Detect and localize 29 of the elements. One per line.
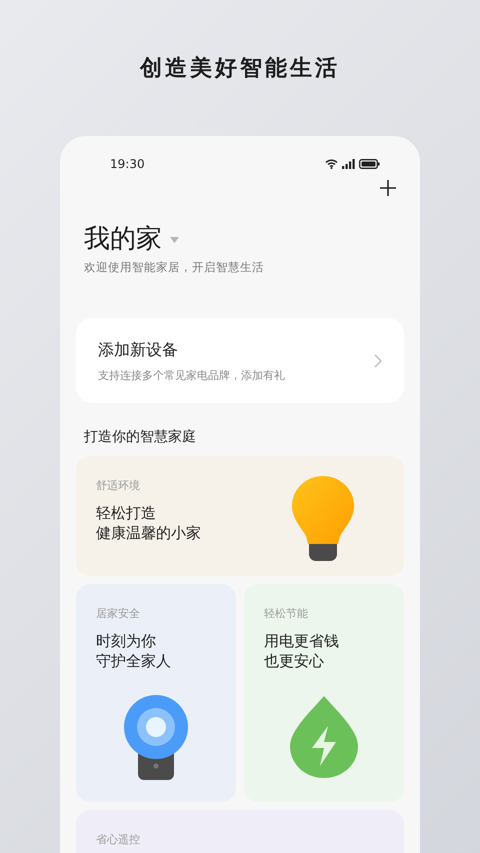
card-title-line: 守护全家人	[96, 651, 172, 672]
home-title: 我的家	[84, 224, 162, 256]
status-time: 19:30	[110, 156, 145, 173]
sensor-icon	[123, 694, 189, 780]
card-title-line: 时刻为你	[96, 630, 157, 652]
card-label: 省心遥控	[96, 832, 141, 848]
feature-card[interactable]: 舒适环境 轻松打造 健康温馨的小家	[76, 456, 404, 576]
card-label: 轻松节能	[264, 606, 309, 622]
signal-icon	[342, 159, 355, 169]
energy-drop-icon	[290, 696, 358, 778]
card-title-line: 用电更省钱	[264, 630, 340, 652]
light-bulb-icon	[292, 476, 354, 562]
section-title: 打造你的智慧家庭	[84, 428, 197, 448]
card-title-line: 轻松打造	[96, 502, 157, 524]
wifi-icon	[325, 159, 338, 169]
headline: 创造美好智能生活	[138, 54, 341, 83]
chevron-right-icon	[374, 354, 382, 368]
add-device-subtitle: 支持连接多个常见家电品牌，添加有礼	[98, 368, 285, 384]
card-label: 舒适环境	[96, 478, 141, 494]
battery-icon	[359, 159, 380, 169]
card-title-line: 健康温馨的小家	[96, 523, 202, 544]
feature-card[interactable]: 居家安全 时刻为你 守护全家人	[76, 584, 236, 802]
home-subtitle: 欢迎使用智能家居，开启智慧生活	[84, 259, 265, 276]
card-title-line: 也更安心	[264, 651, 325, 672]
add-icon[interactable]	[380, 180, 396, 196]
feature-card[interactable]: 轻松节能 用电更省钱 也更安心	[244, 584, 404, 802]
add-device-title: 添加新设备	[98, 338, 179, 361]
card-label: 居家安全	[96, 606, 141, 622]
add-device-card[interactable]: 添加新设备 支持连接多个常见家电品牌，添加有礼	[76, 318, 404, 404]
